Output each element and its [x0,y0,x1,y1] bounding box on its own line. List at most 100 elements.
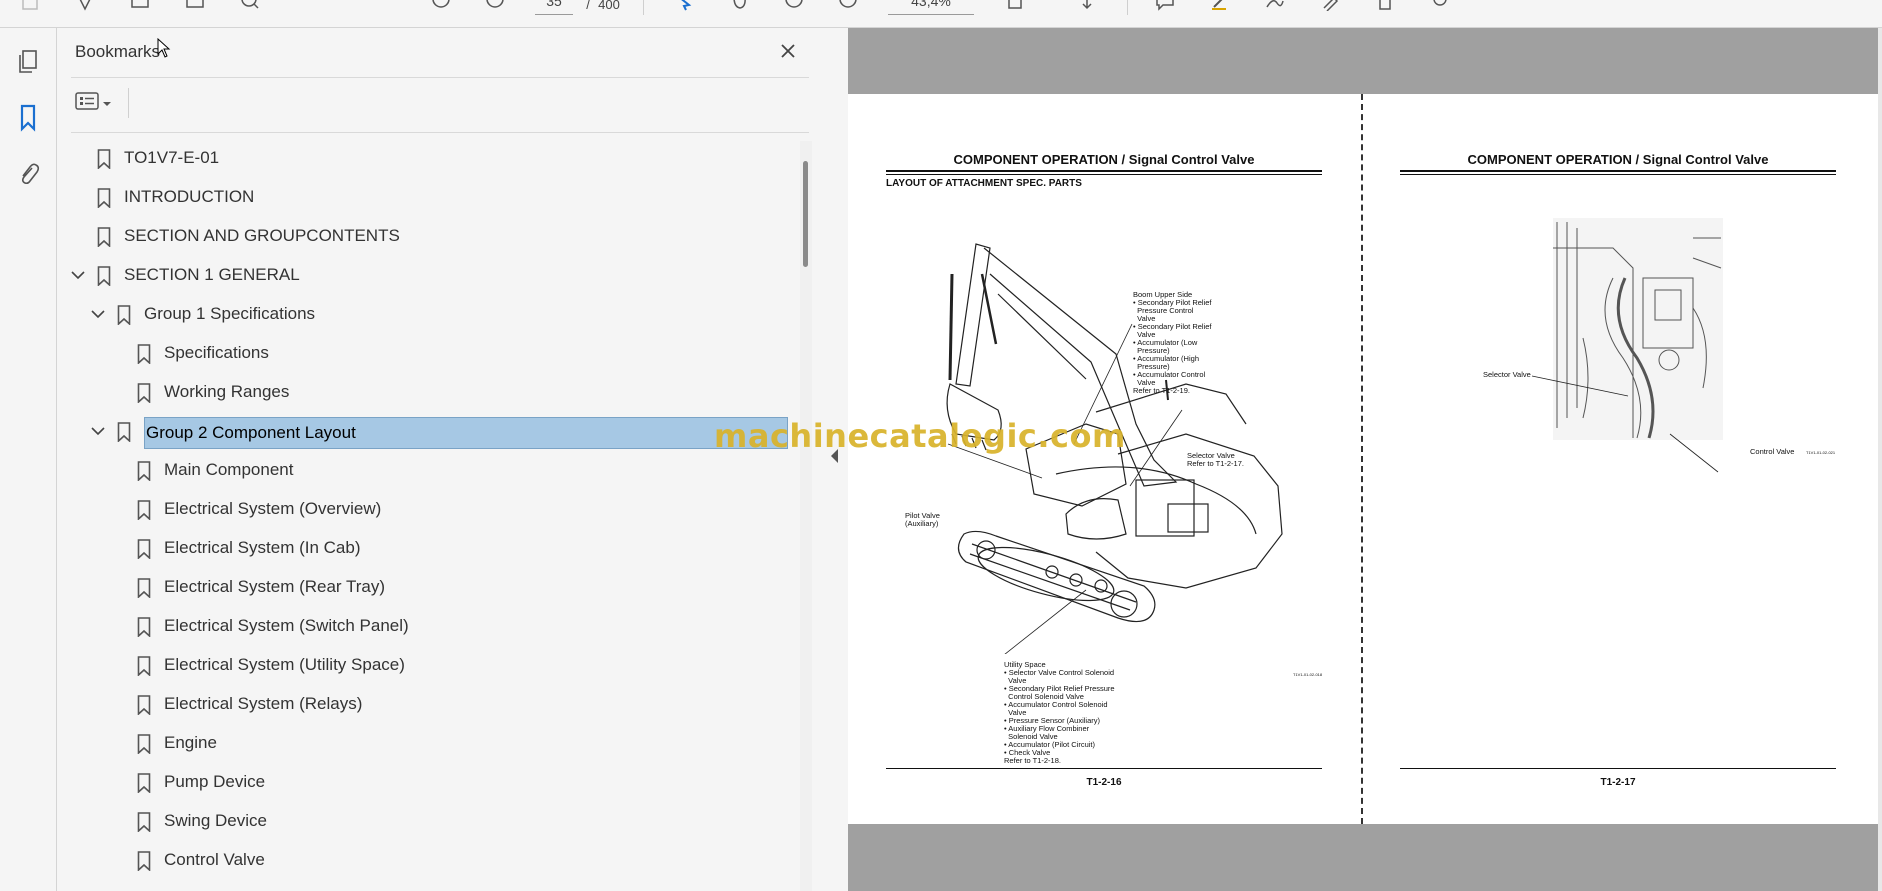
utility-space-annotation: Utility Space • Selector Valve Control S… [1004,660,1115,765]
title-rule [886,170,1322,172]
bookmark-icon [97,188,111,208]
bookmark-label: TO1V7-E-01 [124,148,220,167]
bookmark-item[interactable]: Engine [57,726,799,760]
bookmark-label: Engine [164,733,217,752]
bookmark-icon [137,344,151,364]
bookmark-icon [117,422,131,442]
bookmark-item[interactable]: Swing Device [57,804,799,838]
selector-valve-annotation: Selector Valve Refer to T1-2-17. [1187,451,1244,468]
pilot-valve-annotation: Pilot Valve (Auxiliary) [905,511,940,528]
bookmark-scrollbar-thumb[interactable] [803,161,808,267]
delete-icon[interactable] [1373,0,1397,14]
fit-page-icon[interactable] [1006,0,1030,14]
highlight-icon[interactable] [1208,0,1232,14]
bookmark-options-button[interactable] [75,90,121,116]
bookmark-item[interactable]: Electrical System (Rear Tray) [57,570,799,604]
page-thumbnails-icon[interactable] [12,46,44,78]
bookmark-label: Working Ranges [164,382,290,401]
edit-text-icon[interactable] [1318,0,1342,14]
hand-tool-icon[interactable] [727,0,751,14]
main-toolbar: 35 / 400 43,4% [0,0,1882,28]
save-icon[interactable] [18,0,42,14]
draw-icon[interactable] [1263,0,1287,14]
attachments-icon[interactable] [12,158,44,190]
close-icon[interactable] [777,40,799,62]
bookmark-icon [137,656,151,676]
chevron-down-icon [103,94,111,112]
bookmark-item[interactable]: Electrical System (In Cab) [57,531,799,565]
panel-splitter[interactable] [819,28,849,891]
bookmark-item[interactable]: Electrical System (Overview) [57,492,799,526]
right-page-title: COMPONENT OPERATION / Signal Control Val… [1467,152,1769,167]
bookmark-icon [137,812,151,832]
bookmark-list: TO1V7-E-01 INTRODUCTION SECTION AND GROUPC… [57,140,799,891]
chevron-down-icon[interactable] [90,306,106,322]
right-page-number: T1-2-17 [1600,777,1636,788]
bookmark-icon [137,578,151,598]
page-number-input[interactable]: 35 [535,0,573,15]
page-divider [1361,94,1363,824]
bookmark-item[interactable]: INTRODUCTION [57,180,799,214]
title-rule [886,174,1322,175]
document-viewer[interactable]: COMPONENT OPERATION / Signal Control Val… [848,28,1878,891]
selector-valve-label: Selector Valve [1483,370,1531,379]
page-spread: COMPONENT OPERATION / Signal Control Val… [848,94,1878,824]
mouse-cursor-icon [157,38,171,58]
panel-divider [71,132,809,133]
comment-icon[interactable] [1153,0,1177,14]
bookmark-add-icon[interactable] [73,0,97,14]
bookmark-label: Electrical System (Switch Panel) [164,616,409,635]
print-icon[interactable] [128,0,152,14]
bookmark-label: Main Component [164,460,294,479]
bookmark-item[interactable]: SECTION AND GROUPCONTENTS [57,219,799,253]
chevron-down-icon[interactable] [90,423,106,439]
rotate-icon[interactable] [1428,0,1452,14]
figure-id: T1V1-01-02-021 [1806,450,1836,455]
bookmark-label: Electrical System (Relays) [164,694,363,713]
footer-rule [886,768,1322,769]
previous-page-icon[interactable] [429,0,453,14]
zoom-level-input[interactable]: 43,4% [888,0,974,15]
zoom-out-icon[interactable] [782,0,806,14]
bookmark-item[interactable]: Control Valve [57,843,799,877]
bookmark-item[interactable]: Specifications [57,336,799,370]
bookmark-item[interactable]: TO1V7-E-01 [57,141,799,175]
bookmark-icon [137,617,151,637]
bookmark-item[interactable]: Electrical System (Utility Space) [57,648,799,682]
left-page-subtitle: LAYOUT OF ATTACHMENT SPEC. PARTS [886,178,1082,189]
bookmark-item[interactable]: SECTION 1 GENERAL [57,258,799,292]
document-scrollbar[interactable] [1878,28,1882,891]
bookmark-label: Electrical System (In Cab) [164,538,361,557]
chevron-down-icon[interactable] [70,267,86,283]
bookmark-item[interactable]: Group 1 Specifications [57,297,799,331]
list-options-icon [75,91,99,116]
next-page-icon[interactable] [483,0,507,14]
bookmark-icon [137,383,151,403]
toolbar-divider [643,0,644,15]
bookmark-item[interactable]: Electrical System (Switch Panel) [57,609,799,643]
bookmark-item[interactable]: Electrical System (Relays) [57,687,799,721]
bookmark-item[interactable]: Main Component [57,453,799,487]
callout-lines [1531,375,1719,473]
bookmark-item[interactable]: Pump Device [57,765,799,799]
footer-rule [1400,768,1836,769]
bookmark-item[interactable]: Group 2 Component Layout [57,414,799,449]
bookmark-label: SECTION 1 GENERAL [124,265,300,284]
bookmarks-icon[interactable] [12,102,44,134]
title-rule [1400,170,1836,172]
figure-id: T1V1-01-02-018 [1293,672,1323,677]
bookmark-label: Swing Device [164,811,267,830]
toolbar-divider [128,88,129,118]
search-icon[interactable] [238,0,262,14]
zoom-in-icon[interactable] [836,0,860,14]
left-page-number: T1-2-16 [1086,777,1122,788]
email-icon[interactable] [183,0,207,14]
bookmark-icon [137,500,151,520]
bookmark-item[interactable]: Working Ranges [57,375,799,409]
bookmark-icon [137,734,151,754]
bookmark-label: INTRODUCTION [124,187,255,206]
select-cursor-icon[interactable] [672,0,696,14]
bookmark-icon [97,149,111,169]
scroll-mode-icon[interactable] [1075,0,1099,14]
title-rule [1400,174,1836,175]
